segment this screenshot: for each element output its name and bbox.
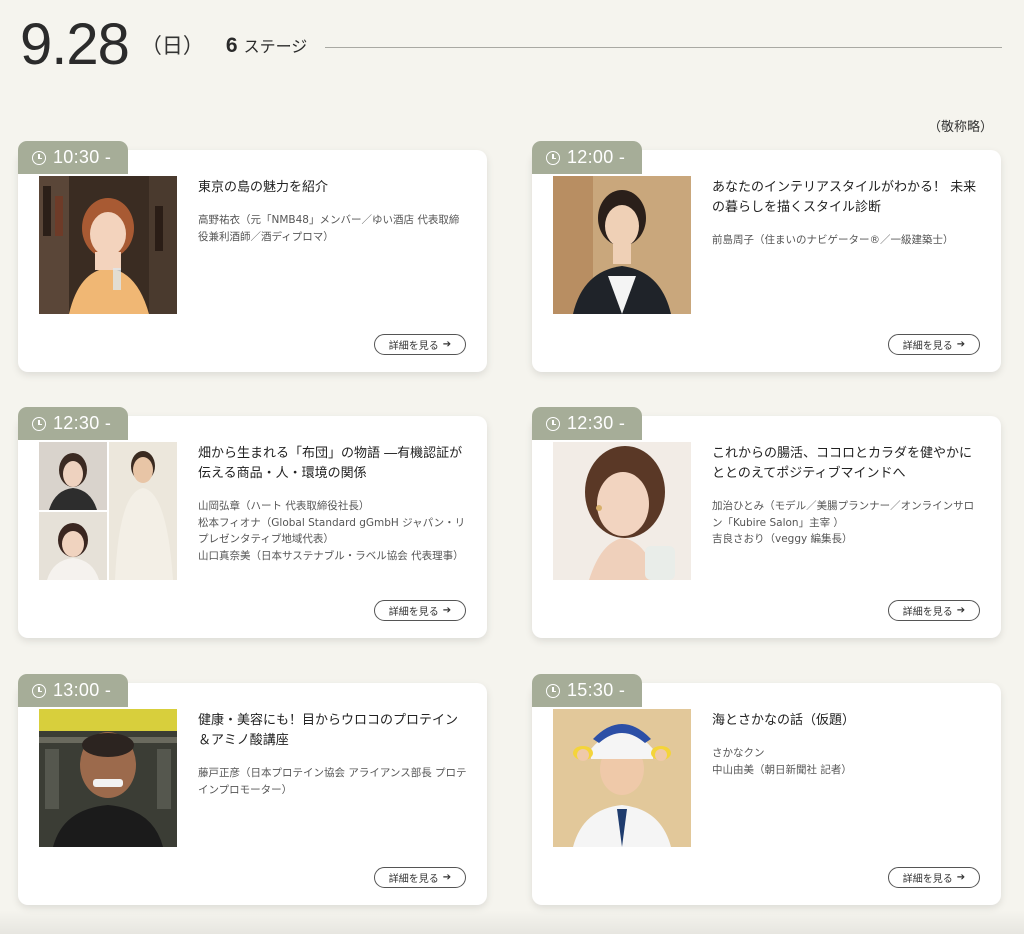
- session-time: 12:30 -: [567, 413, 626, 433]
- speaker-photo: [553, 709, 691, 847]
- details-button-label: 詳細を見る: [902, 607, 953, 618]
- speaker-list: 高野祐衣（元「NMB48」メンバー／ゆい酒店 代表取締役兼利酒師／酒ディプロマ）: [198, 212, 469, 245]
- arrow-right-icon: ➔: [442, 872, 452, 883]
- session-card: 12:00 - あなたのインテリアスタイルがわかる！ 未来の暮らしを描くスタイル…: [532, 141, 1001, 372]
- session-content: 海とさかなの話（仮題） さかなクン 中山由美（朝日新聞社 記者）: [712, 711, 983, 778]
- speaker-list: 藤戸正彦（日本プロテイン協会 アライアンス部長 プロテインプロモーター）: [198, 765, 469, 798]
- speaker-name: 高野祐衣（元「NMB48」メンバー／ゆい酒店 代表取締役兼利酒師／酒ディプロマ）: [198, 214, 460, 243]
- stage-count: 6 ステージ: [226, 33, 307, 58]
- speaker-name: 吉良さおり（veggy 編集長）: [712, 533, 853, 545]
- time-tab: 12:30 -: [532, 407, 642, 440]
- time-tab: 15:30 -: [532, 674, 642, 707]
- details-button-label: 詳細を見る: [388, 874, 439, 885]
- speaker-photo: [553, 442, 691, 580]
- speaker-photo: [39, 176, 177, 314]
- time-tab: 12:00 -: [532, 141, 642, 174]
- header-divider: [325, 46, 1002, 48]
- clock-icon: [32, 683, 46, 698]
- speaker-name: 松本フィオナ（Global Standard gGmbH ジャパン・リプレゼンタ…: [198, 516, 466, 546]
- speaker-list: 山岡弘章（ハート 代表取締役社長） 松本フィオナ（Global Standard…: [198, 498, 469, 564]
- details-button-label: 詳細を見る: [902, 874, 953, 885]
- page-header: 9.28 （日） 6 ステージ: [20, 10, 1002, 80]
- speaker-name: 藤戸正彦（日本プロテイン協会 アライアンス部長 プロテインプロモーター）: [198, 767, 467, 796]
- time-tab: 10:30 -: [18, 141, 128, 174]
- session-time: 12:00 -: [567, 147, 626, 167]
- session-title: あなたのインテリアスタイルがわかる！ 未来の暮らしを描くスタイル診断: [712, 180, 977, 215]
- speaker-name: 加治ひとみ（モデル／美腸プランナー／オンラインサロン「Kubire Salon」…: [712, 500, 975, 529]
- session-title: 健康・美容にも！目からウロコのプロテイン＆アミノ酸講座: [198, 713, 459, 748]
- details-button-label: 詳細を見る: [902, 341, 953, 352]
- session-time: 12:30 -: [53, 413, 112, 433]
- arrow-right-icon: ➔: [442, 605, 452, 616]
- time-tab: 12:30 -: [18, 407, 128, 440]
- session-content: あなたのインテリアスタイルがわかる！ 未来の暮らしを描くスタイル診断 前島周子（…: [712, 178, 983, 249]
- honorifics-note: （敬称略）: [927, 120, 993, 135]
- speaker-name: 山口真奈美（日本サステナブル・ラベル協会 代表理事）: [198, 549, 464, 562]
- clock-icon: [32, 416, 46, 431]
- arrow-right-icon: ➔: [442, 339, 452, 350]
- stage-count-label: ステージ: [243, 36, 308, 56]
- clock-icon: [32, 150, 46, 165]
- details-button-label: 詳細を見る: [388, 607, 439, 618]
- arrow-right-icon: ➔: [956, 872, 966, 883]
- event-weekday: （日）: [140, 34, 204, 58]
- details-button-label: 詳細を見る: [388, 341, 439, 352]
- speaker-list: 加治ひとみ（モデル／美腸プランナー／オンラインサロン「Kubire Salon」…: [712, 498, 983, 548]
- clock-icon: [546, 416, 560, 431]
- session-time: 13:00 -: [53, 680, 112, 700]
- arrow-right-icon: ➔: [956, 339, 966, 350]
- stage-count-number: 6: [225, 33, 238, 57]
- details-button[interactable]: 詳細を見る ➔: [888, 600, 980, 621]
- session-time: 15:30 -: [567, 680, 626, 700]
- session-card: 12:30 - 畑から生まれる「布団」の物語 ―有機認証が伝える商品・人・環境の…: [18, 407, 487, 638]
- session-content: 健康・美容にも！目からウロコのプロテイン＆アミノ酸講座 藤戸正彦（日本プロテイン…: [198, 711, 469, 798]
- session-title: これからの腸活、ココロとカラダを健やかにととのえてポジティブマインドへ: [712, 446, 973, 481]
- speaker-name: さかなクン: [712, 747, 765, 759]
- speaker-name: 前島周子（住まいのナビゲーター®／一級建築士）: [712, 234, 954, 246]
- speaker-list: さかなクン 中山由美（朝日新聞社 記者）: [712, 745, 983, 778]
- session-card: 13:00 - 健康・美容にも！目からウロコのプロテイン＆アミノ酸講座 藤戸正彦…: [18, 674, 487, 905]
- speaker-name: 中山由美（朝日新聞社 記者）: [712, 763, 852, 776]
- session-card: 15:30 - 海とさかなの話（仮題） さかなクン 中山由美（朝日新聞社 記者）…: [532, 674, 1001, 905]
- speaker-photo: [39, 709, 177, 847]
- arrow-right-icon: ➔: [956, 605, 966, 616]
- session-content: これからの腸活、ココロとカラダを健やかにととのえてポジティブマインドへ 加治ひと…: [712, 444, 983, 548]
- clock-icon: [546, 150, 560, 165]
- speaker-photo: [553, 176, 691, 314]
- session-time: 10:30 -: [53, 147, 112, 167]
- session-title: 畑から生まれる「布団」の物語 ―有機認証が伝える商品・人・環境の関係: [198, 446, 463, 481]
- session-title: 海とさかなの話（仮題）: [712, 713, 856, 728]
- details-button[interactable]: 詳細を見る ➔: [888, 867, 980, 888]
- details-button[interactable]: 詳細を見る ➔: [374, 867, 466, 888]
- details-button[interactable]: 詳細を見る ➔: [888, 334, 980, 355]
- speaker-photo: [39, 442, 177, 580]
- session-content: 東京の島の魅力を紹介 高野祐衣（元「NMB48」メンバー／ゆい酒店 代表取締役兼…: [198, 178, 469, 245]
- speaker-name: 山岡弘章（ハート 代表取締役社長）: [198, 500, 370, 512]
- session-content: 畑から生まれる「布団」の物語 ―有機認証が伝える商品・人・環境の関係 山岡弘章（…: [198, 444, 469, 564]
- details-button[interactable]: 詳細を見る ➔: [374, 600, 466, 621]
- details-button[interactable]: 詳細を見る ➔: [374, 334, 466, 355]
- bottom-fade: [0, 910, 1024, 934]
- speaker-list: 前島周子（住まいのナビゲーター®／一級建築士）: [712, 232, 983, 249]
- session-title: 東京の島の魅力を紹介: [198, 180, 329, 195]
- time-tab: 13:00 -: [18, 674, 128, 707]
- session-card: 12:30 - これからの腸活、ココロとカラダを健やかにととのえてポジティブマイ…: [532, 407, 1001, 638]
- session-card: 10:30 - 東京の島の魅力を紹介 高野祐衣（元「NMB48」メンバー／ゆい酒…: [18, 141, 487, 372]
- event-date: 9.28: [20, 12, 130, 77]
- clock-icon: [546, 683, 560, 698]
